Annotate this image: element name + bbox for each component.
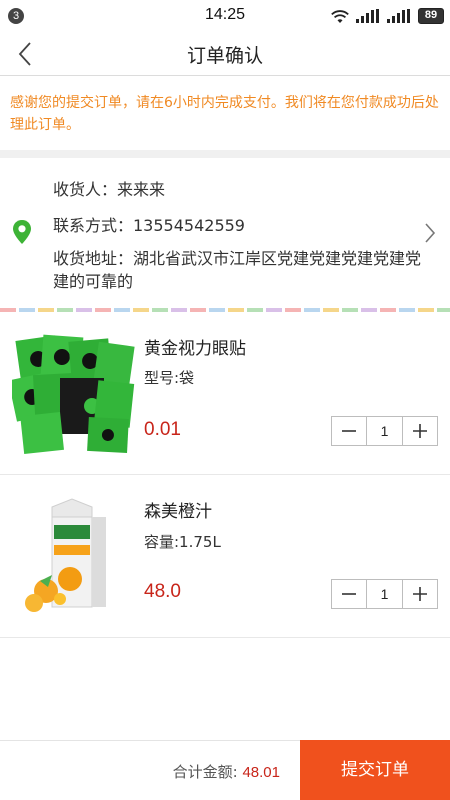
shipping-address[interactable]: 收货人：来来来 联系方式：13554542559 收货地址：湖北省武汉市江岸区党…	[0, 158, 450, 310]
product-image	[12, 495, 136, 619]
quantity-input[interactable]: 1	[366, 417, 403, 445]
location-pin-icon	[13, 220, 31, 244]
product-spec: 容量:1.75L	[144, 533, 221, 551]
signal-icon	[387, 9, 410, 23]
section-divider	[0, 150, 450, 158]
recipient-address: 收货地址：湖北省武汉市江岸区党建党建党建党建党建的可靠的	[53, 249, 422, 291]
product-name: 森美橙汁	[144, 502, 212, 522]
quantity-stepper: 1	[331, 416, 438, 446]
status-bar: 3 14:25 89	[0, 0, 450, 32]
product-price: 48.0	[144, 581, 181, 602]
product-name: 黄金视力眼贴	[144, 339, 246, 359]
payment-notice: 感谢您的提交订单，请在6小时内完成支付。我们将在您付款成功后处理此订单。	[10, 95, 439, 133]
product-spec: 型号:袋	[144, 369, 195, 387]
product-image	[12, 334, 136, 458]
wifi-icon	[331, 10, 349, 23]
minus-icon	[342, 430, 356, 432]
checkout-bar: 合计金额: 48.01 提交订单	[0, 740, 450, 800]
status-time: 14:25	[204, 6, 246, 23]
chevron-right-icon	[425, 223, 436, 243]
minus-icon	[342, 593, 356, 595]
increase-button[interactable]	[403, 580, 437, 608]
battery-icon: 89	[418, 8, 444, 24]
product-item: 森美橙汁 容量:1.75L 48.0 1	[0, 475, 450, 638]
recipient-name: 收货人：来来来	[53, 180, 166, 199]
submit-order-button[interactable]: 提交订单	[300, 740, 450, 800]
quantity-input[interactable]: 1	[366, 580, 403, 608]
signal-icon	[356, 9, 379, 23]
page-title: 订单确认	[186, 45, 263, 67]
plus-icon	[413, 424, 427, 438]
recipient-phone: 联系方式：13554542559	[53, 216, 245, 235]
decrease-button[interactable]	[332, 417, 366, 445]
plus-icon	[413, 587, 427, 601]
total-amount: 48.01	[242, 764, 280, 781]
quantity-stepper: 1	[331, 579, 438, 609]
product-price: 0.01	[144, 419, 181, 440]
decrease-button[interactable]	[332, 580, 366, 608]
product-item: 黄金视力眼贴 型号:袋 0.01 1	[0, 312, 450, 475]
total-label: 合计金额:	[172, 763, 243, 781]
increase-button[interactable]	[403, 417, 437, 445]
order-total: 合计金额: 48.01	[173, 761, 280, 782]
nav-bar: 订单确认	[0, 32, 450, 76]
